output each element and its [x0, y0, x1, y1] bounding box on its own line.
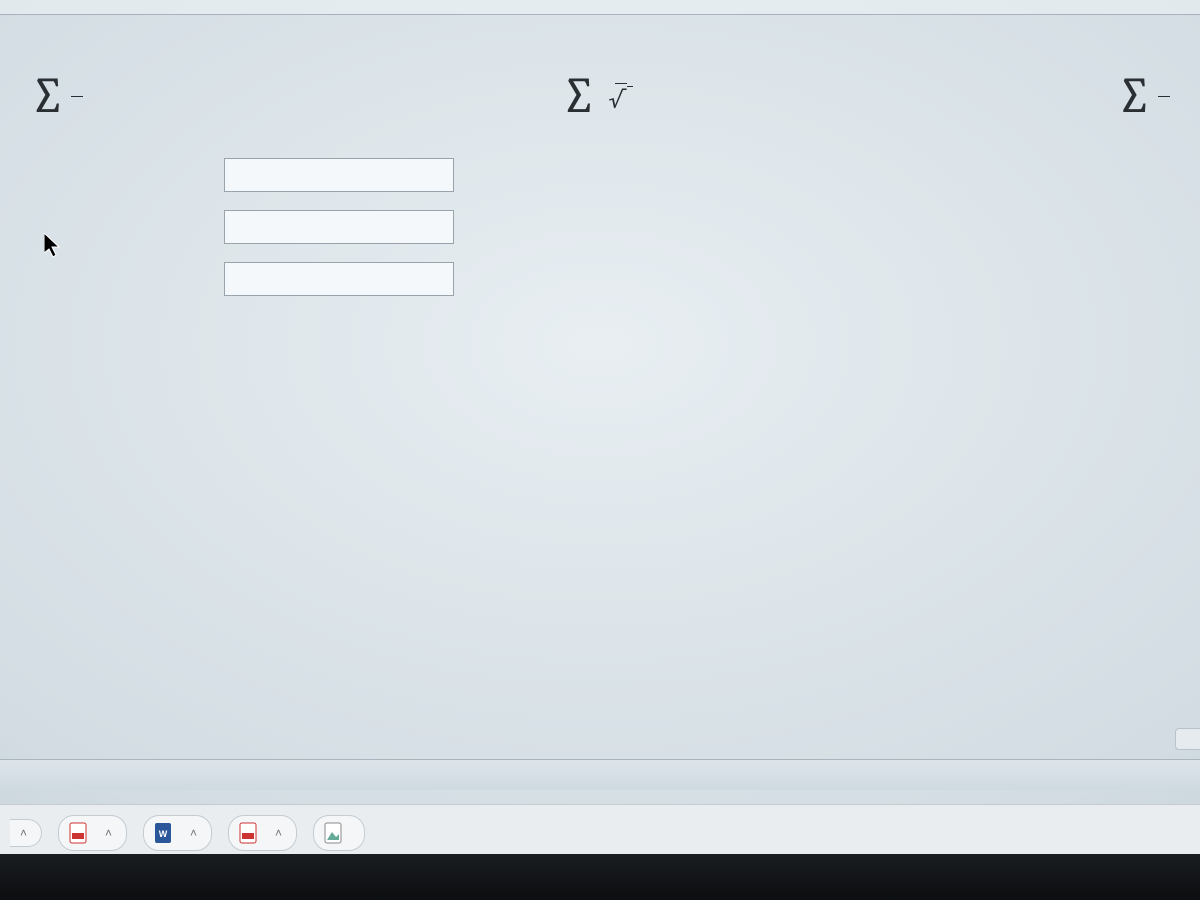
fraction-b: √	[603, 81, 639, 112]
download-item[interactable]	[313, 815, 365, 851]
formula-row: ∑ ∑	[20, 75, 1170, 118]
formula-c: ∑	[1107, 75, 1170, 118]
sigma-symbol: ∑	[561, 75, 596, 118]
image-file-icon	[324, 822, 342, 844]
svg-text:W: W	[159, 829, 168, 839]
fraction-c	[1158, 94, 1170, 99]
answer-row-b	[20, 210, 1170, 244]
fraction-c-den	[1158, 97, 1170, 99]
answer-input-b[interactable]	[224, 210, 454, 244]
download-shelf: ˄ ˄ W ˄ ˄	[0, 804, 1200, 860]
save-submit-instructions	[0, 759, 1200, 790]
chevron-up-icon: ˄	[20, 826, 27, 840]
sigma-icon: ∑	[1117, 75, 1152, 118]
formula-b: ∑ √	[551, 75, 639, 118]
docx-file-icon: W	[154, 822, 172, 844]
download-item[interactable]: ˄	[58, 815, 127, 851]
laptop-bezel	[0, 854, 1200, 900]
formula-a: ∑	[20, 75, 83, 118]
sigma-icon: ∑	[561, 75, 596, 118]
answer-row-c	[20, 262, 1170, 296]
pdf-file-icon	[69, 822, 87, 844]
question-area: ∑ ∑	[0, 15, 1200, 336]
fraction-a	[71, 94, 83, 99]
fraction-b-den: √	[603, 84, 639, 112]
fraction-a-den	[71, 97, 83, 99]
sigma-icon: ∑	[30, 75, 65, 118]
answer-input-a[interactable]	[224, 158, 454, 192]
pdf-file-icon	[239, 822, 257, 844]
completion-status-bar	[0, 0, 1200, 15]
chevron-up-icon: ˄	[275, 826, 282, 840]
download-item[interactable]: ˄	[228, 815, 297, 851]
sqrt-body	[627, 86, 633, 87]
radical-symbol: √	[609, 86, 627, 112]
download-item[interactable]: W ˄	[143, 815, 212, 851]
answer-rows	[20, 158, 1170, 296]
answer-row-a	[20, 158, 1170, 192]
answer-input-c[interactable]	[224, 262, 454, 296]
chevron-up-icon: ˄	[190, 826, 197, 840]
sigma-symbol: ∑	[30, 75, 65, 118]
chevron-up-icon: ˄	[105, 826, 112, 840]
screen-surface: ∑ ∑	[0, 0, 1200, 860]
sqrt-icon: √	[609, 86, 633, 112]
download-item[interactable]: ˄	[10, 819, 42, 847]
sigma-symbol: ∑	[1117, 75, 1152, 118]
save-all-answers-button[interactable]	[1175, 728, 1200, 750]
